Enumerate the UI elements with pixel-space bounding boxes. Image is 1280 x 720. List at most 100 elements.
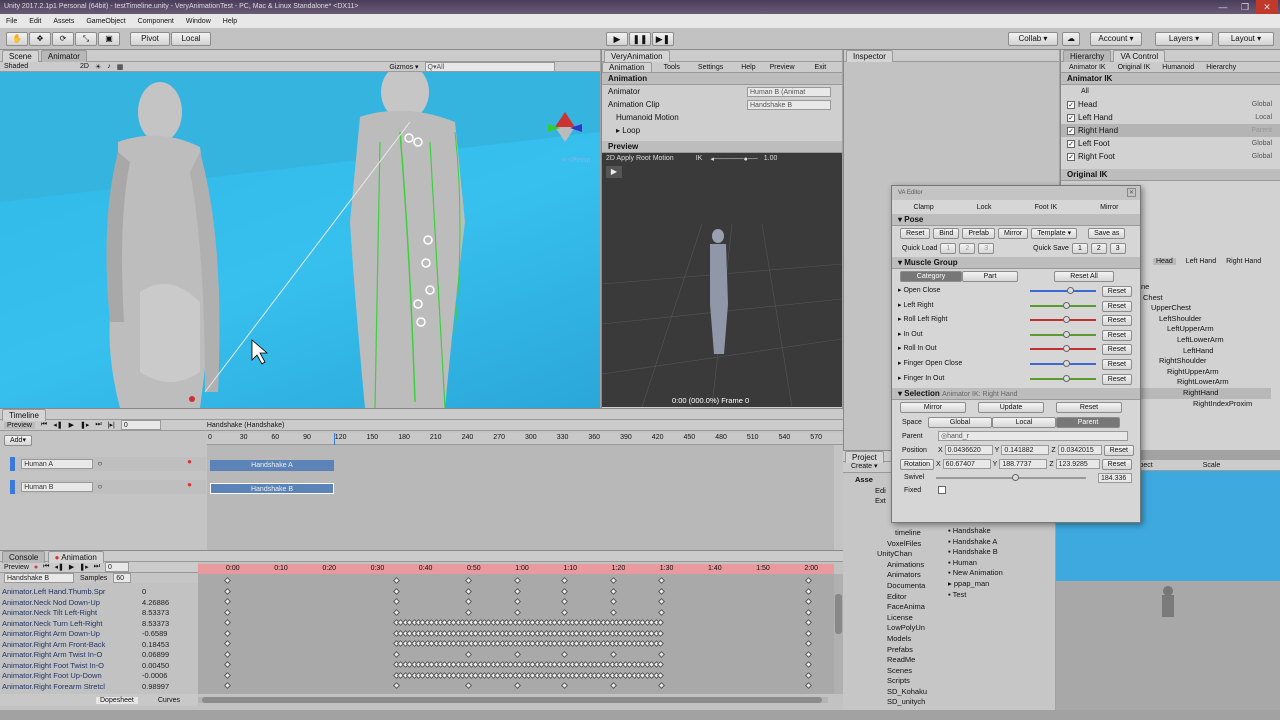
keyframe[interactable] — [609, 650, 618, 658]
samples-field[interactable]: 60 — [113, 573, 132, 583]
tab-va-control[interactable]: VA Control — [1113, 50, 1166, 62]
layout-button[interactable]: Layout ▾ — [1218, 32, 1274, 46]
property-row[interactable]: Animator.Right Foot Twist In-O 0.00450 — [2, 661, 198, 672]
property-row[interactable]: Animator.Right Forearm Stretcl 0.98997 — [2, 682, 198, 693]
clip-handshake-a[interactable]: Handshake A — [210, 460, 334, 471]
file-item[interactable]: ▪ Test — [948, 590, 1048, 601]
va-exit-button[interactable]: Exit — [815, 64, 827, 71]
parent-field[interactable]: ◎hand_r — [938, 431, 1128, 442]
timeline-last-icon[interactable]: ⏭ — [95, 421, 101, 429]
track-a-bind-icon[interactable]: ○ — [97, 459, 102, 468]
keyframe[interactable] — [560, 597, 569, 606]
keyframe[interactable] — [464, 576, 473, 585]
anim-prev-icon[interactable]: ◂❚ — [54, 563, 63, 571]
selection-reset-button[interactable]: Reset — [1056, 402, 1122, 414]
rotate-tool-icon[interactable]: ⟳ — [52, 32, 74, 46]
audio-icon[interactable]: ♪ — [107, 63, 111, 70]
menu-gameobject[interactable]: GameObject — [86, 18, 125, 25]
quick-load-slot-2[interactable]: 2 — [959, 242, 976, 254]
dopesheet-scrollbar[interactable] — [834, 574, 843, 694]
ik-item-head[interactable]: ✓ Head Global — [1061, 98, 1280, 111]
menu-component[interactable]: Component — [138, 18, 174, 25]
keyframe[interactable] — [804, 576, 813, 585]
anim-play-icon[interactable]: ▶ — [69, 563, 74, 571]
oik-tab-left-hand[interactable]: Left Hand — [1186, 258, 1216, 265]
subtab-animator-ik[interactable]: Animator IK — [1069, 64, 1106, 71]
keyframe[interactable] — [223, 650, 232, 658]
va-editor-close-icon[interactable]: ✕ — [1127, 188, 1136, 197]
keyframe[interactable] — [513, 576, 522, 585]
pivot-button[interactable]: Pivot — [130, 32, 170, 46]
game-scale-slider[interactable]: Scale — [1203, 462, 1221, 469]
track-b-bind-icon[interactable]: ○ — [97, 482, 102, 491]
keyframe[interactable] — [804, 587, 813, 595]
bone-item[interactable]: LeftHand — [1141, 346, 1271, 357]
keyframe[interactable] — [656, 618, 665, 627]
keyframe[interactable] — [804, 660, 813, 669]
property-value[interactable]: -0.0006 — [142, 671, 167, 682]
folder-item[interactable]: VoxelFiles — [855, 539, 935, 550]
rotation-x-field[interactable]: 60.67407 — [942, 459, 991, 470]
keyframe[interactable] — [656, 639, 665, 648]
ik-all-button[interactable]: All — [1061, 85, 1280, 98]
pose-template-dropdown[interactable]: Template ▾ — [1031, 228, 1078, 239]
keyframe[interactable] — [223, 576, 232, 585]
timeline-play-icon[interactable]: ▶ — [69, 421, 74, 429]
track-header-human-a[interactable]: Human A ○ ● — [10, 457, 206, 471]
folder-item[interactable]: SD_Kohaku — [855, 687, 935, 698]
muscle-slider[interactable] — [1030, 316, 1096, 324]
file-item[interactable]: ▸ ppap_man — [948, 579, 1048, 590]
preview-ik-toggle[interactable]: IK — [696, 155, 703, 162]
keyframe[interactable] — [223, 608, 232, 616]
rotation-z-field[interactable]: 123.9285 — [1055, 459, 1100, 470]
timeline-prev-icon[interactable]: ◂❚ — [53, 421, 62, 429]
quick-save-slot-1[interactable]: 1 — [1071, 242, 1088, 254]
scene-search-input[interactable]: Q▾All — [424, 61, 555, 72]
track-header-human-b[interactable]: Human B ○ ● — [10, 480, 206, 494]
keyframe[interactable] — [609, 681, 618, 690]
anim-first-icon[interactable]: ⏮ — [43, 563, 49, 571]
folder-item[interactable]: License — [855, 613, 935, 624]
muscle-slider-knob[interactable] — [1066, 287, 1074, 294]
position-z-field[interactable]: 0.0342015 — [1057, 445, 1102, 456]
preview-viewport[interactable]: ▶ 0:00 (000.0%) Frame 0 — [602, 164, 842, 407]
minimize-button[interactable]: — — [1212, 0, 1234, 14]
keyframe[interactable] — [513, 681, 522, 690]
keyframe[interactable] — [609, 597, 618, 606]
quick-load-slot-1[interactable]: 1 — [940, 242, 957, 254]
muscle-slider-knob[interactable] — [1063, 345, 1071, 353]
timeline-ruler[interactable]: 0 30 60 90 120 150 180 210 240 270 300 330 360 390 420… — [207, 433, 843, 445]
ik-item-left-hand[interactable]: ✓ Left Hand Local — [1061, 111, 1280, 124]
bone-item[interactable]: LeftUpperArm — [1141, 324, 1271, 335]
quick-save-slot-2[interactable]: 2 — [1090, 242, 1107, 254]
keyframe[interactable] — [392, 597, 401, 606]
pose-mirror-button[interactable]: Mirror — [997, 228, 1029, 239]
keyframe[interactable] — [464, 608, 473, 616]
lock-toggle[interactable]: Lock — [977, 204, 992, 211]
keyframe[interactable] — [223, 671, 232, 679]
selection-mirror-button[interactable]: Mirror — [900, 402, 966, 414]
fixed-checkbox[interactable] — [938, 486, 946, 495]
tab-scene[interactable]: Scene — [2, 50, 39, 62]
track-a-name[interactable]: Human A — [21, 459, 94, 469]
bone-item[interactable]: RightUpperArm — [1141, 367, 1271, 378]
keyframe[interactable] — [804, 639, 813, 648]
property-row[interactable]: Animator.Right Foot Up-Down -0.0006 — [2, 671, 198, 682]
folder-item[interactable]: Prefabs — [855, 645, 935, 656]
muscle-slider[interactable] — [1030, 301, 1096, 309]
rotation-mode-button[interactable]: Rotation — [900, 458, 934, 470]
animator-field[interactable]: Human B (Animat — [747, 87, 831, 97]
dopesheet-area[interactable] — [198, 574, 834, 694]
property-value[interactable]: 8.53373 — [142, 608, 169, 619]
keyframe[interactable] — [656, 671, 665, 679]
category-tab[interactable]: Category — [900, 271, 962, 282]
keyframe[interactable] — [609, 608, 618, 616]
keyframe[interactable] — [392, 576, 401, 585]
anim-next-icon[interactable]: ❚▸ — [79, 563, 88, 571]
bone-item[interactable]: RightShoulder — [1141, 356, 1271, 367]
pause-button[interactable]: ❚❚ — [629, 32, 651, 46]
timeline-preview-toggle[interactable]: Preview — [4, 421, 35, 429]
tab-animator[interactable]: Animator — [40, 50, 87, 62]
keyframe[interactable] — [657, 650, 666, 658]
tab-hierarchy[interactable]: Hierarchy — [1063, 50, 1112, 62]
